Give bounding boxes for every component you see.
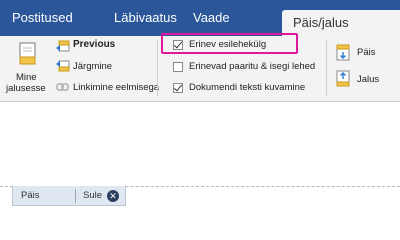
header-tag-label: Päis [21,190,40,201]
ribbon-separator-2 [326,40,327,96]
tab-labivaatus[interactable]: Läbivaatus [114,0,177,36]
previous-label: Previous [73,39,116,50]
goto-footer-label-1: Mine [16,72,37,83]
tag-divider [75,189,76,203]
next-icon [56,60,70,72]
ribbon-tab-bar: Postitused Läbivaatus Vaade Päis/jalus [0,0,400,36]
goto-footer-label: jalusesse [6,83,46,94]
callout-highlight [161,33,298,54]
ribbon-separator [157,40,158,96]
tab-header-footer[interactable]: Päis/jalus [282,10,400,36]
header-footer-tag: Päis Sule ✕ [12,186,126,206]
footer-position-label: Jalus [357,74,380,85]
different-odd-even-checkbox[interactable] [173,62,183,72]
link-previous-label: Linkimine eelmisega [73,82,160,93]
link-icon [56,83,69,91]
tab-postitused[interactable]: Postitused [12,0,73,36]
page-footer-icon [19,42,36,65]
previous-icon [56,40,70,52]
close-icon[interactable]: ✕ [107,190,119,202]
next-label: Järgmine [73,61,113,72]
header-position-label: Päis [357,47,376,58]
show-document-text-checkbox[interactable] [173,83,183,93]
footer-position-icon [336,70,350,87]
show-document-text-label: Dokumendi teksti kuvamine [189,82,306,93]
document-body[interactable] [0,102,400,186]
different-odd-even-label: Erinevad paaritu & isegi lehed [189,61,316,72]
close-label[interactable]: Sule [83,190,102,201]
header-position-icon [336,44,350,61]
tab-vaade[interactable]: Vaade [193,0,230,36]
ribbon-panel: Mine jalusesse Previous Järgmine Linkimi… [0,33,400,102]
